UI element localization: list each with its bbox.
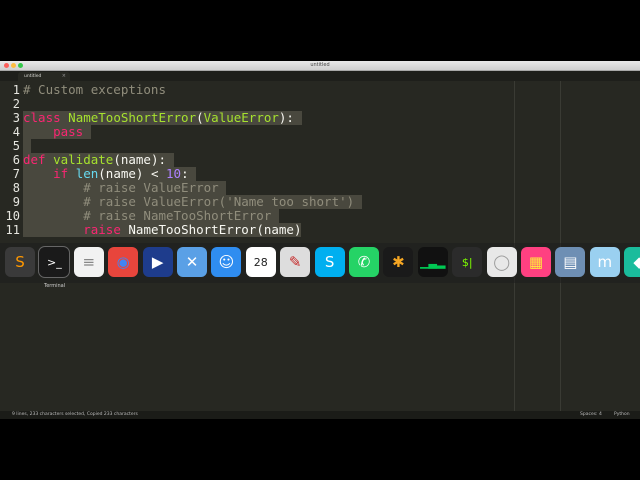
expression: NameTooShortError(name) xyxy=(128,222,302,237)
code-line: def validate(name): xyxy=(23,153,174,167)
arguments: (name): xyxy=(113,152,167,167)
code-line: # raise ValueError xyxy=(23,180,227,195)
sublime-text-icon[interactable]: S xyxy=(5,247,35,277)
tab-close-icon[interactable]: × xyxy=(62,73,66,80)
line-number: 4 xyxy=(12,125,20,139)
code-line: # raise ValueError('Name too short') xyxy=(23,195,362,209)
code-line: if len(name) < 10: xyxy=(23,166,197,181)
line-number: 11 xyxy=(5,223,20,237)
keyword: def xyxy=(23,152,46,167)
code-line: # Custom exceptions xyxy=(23,83,166,97)
window-title: untitled xyxy=(310,62,330,68)
line-number: 1 xyxy=(12,83,20,97)
editor-window: untitled untitled × 1 2 3 4 5 6 7 8 9 10… xyxy=(0,61,640,419)
selection-marker xyxy=(23,138,31,153)
line-number: 10 xyxy=(5,209,20,223)
line-number: 3 xyxy=(12,111,20,125)
status-message: 9 lines, 233 characters selected, Copied… xyxy=(12,412,138,417)
number: 10 xyxy=(166,166,182,181)
finder-icon[interactable]: ☺ xyxy=(211,247,242,277)
class-name: NameTooShortError xyxy=(68,110,197,125)
calendar-icon[interactable]: 28 xyxy=(245,247,276,277)
punctuation: ): xyxy=(278,110,294,125)
line-number: 6 xyxy=(12,153,20,167)
code-line: raise NameTooShortError(name) xyxy=(23,222,302,237)
tes-icon[interactable]: ✱ xyxy=(383,247,414,277)
line-number: 7 xyxy=(12,167,20,181)
punctuation: : xyxy=(181,166,189,181)
code-line: class NameTooShortError(ValueError): xyxy=(23,111,302,125)
disk-utility-icon[interactable]: ◯ xyxy=(486,247,517,277)
comment: # raise NameTooShortError xyxy=(83,208,272,223)
comment: # raise ValueError('Name too short') xyxy=(83,194,355,209)
builtin: len xyxy=(75,166,99,181)
title-bar: untitled xyxy=(0,61,640,71)
activity-monitor-icon[interactable]: ▁▃▂ xyxy=(417,247,448,277)
syntax-selector[interactable]: Python xyxy=(614,412,630,418)
network-utility-icon[interactable]: ✕ xyxy=(177,247,207,277)
code-line xyxy=(23,138,31,153)
keyword: if xyxy=(53,166,69,181)
dock-tooltip: Terminal xyxy=(44,283,66,289)
screenflow-icon[interactable]: ▶ xyxy=(142,247,173,277)
tab-bar: untitled × xyxy=(0,71,640,81)
expression: (name) < xyxy=(98,166,167,181)
line-number: 5 xyxy=(12,139,20,153)
comment: # raise ValueError xyxy=(83,180,219,195)
line-number: 2 xyxy=(12,97,20,111)
keyword: pass xyxy=(23,124,84,139)
code-line: pass xyxy=(23,125,91,139)
indentation-selector[interactable]: Spaces: 4 xyxy=(580,412,602,418)
dock: Terminal S >_ ≡ ◉ ▶ ✕ ☺ 28 ✎ S ✆ ✱ ▁▃▂ $| ◯ ▦ ▤ m ◆ xyxy=(0,243,640,289)
extra-app-icon[interactable]: ◆ xyxy=(624,247,640,277)
punctuation: ( xyxy=(196,110,204,125)
keyword: class xyxy=(23,110,61,125)
tab-label: untitled xyxy=(24,74,42,79)
status-bar: 9 lines, 233 characters selected, Copied… xyxy=(0,411,640,419)
keyword: raise xyxy=(83,222,121,237)
terminal-icon[interactable]: >_ xyxy=(39,247,70,277)
pencil-app-icon[interactable]: ✎ xyxy=(280,247,311,277)
preview-icon[interactable]: ▤ xyxy=(555,247,586,277)
mindmap-icon[interactable]: m xyxy=(589,247,620,277)
whatsapp-icon[interactable]: ✆ xyxy=(349,247,379,277)
notes-icon[interactable]: ≡ xyxy=(73,247,104,277)
line-number: 9 xyxy=(12,195,20,209)
code-line: # raise NameTooShortError xyxy=(23,209,279,223)
console-icon[interactable]: $| xyxy=(452,247,483,277)
chrome-icon[interactable]: ◉ xyxy=(108,247,139,277)
comment: # Custom exceptions xyxy=(23,82,166,97)
line-number: 8 xyxy=(12,181,20,195)
base-class: ValueError xyxy=(203,110,279,125)
skype-icon[interactable]: S xyxy=(314,247,345,277)
tab-untitled[interactable]: untitled × xyxy=(18,72,70,81)
color-picker-icon[interactable]: ▦ xyxy=(521,247,551,277)
function-name: validate xyxy=(53,152,114,167)
